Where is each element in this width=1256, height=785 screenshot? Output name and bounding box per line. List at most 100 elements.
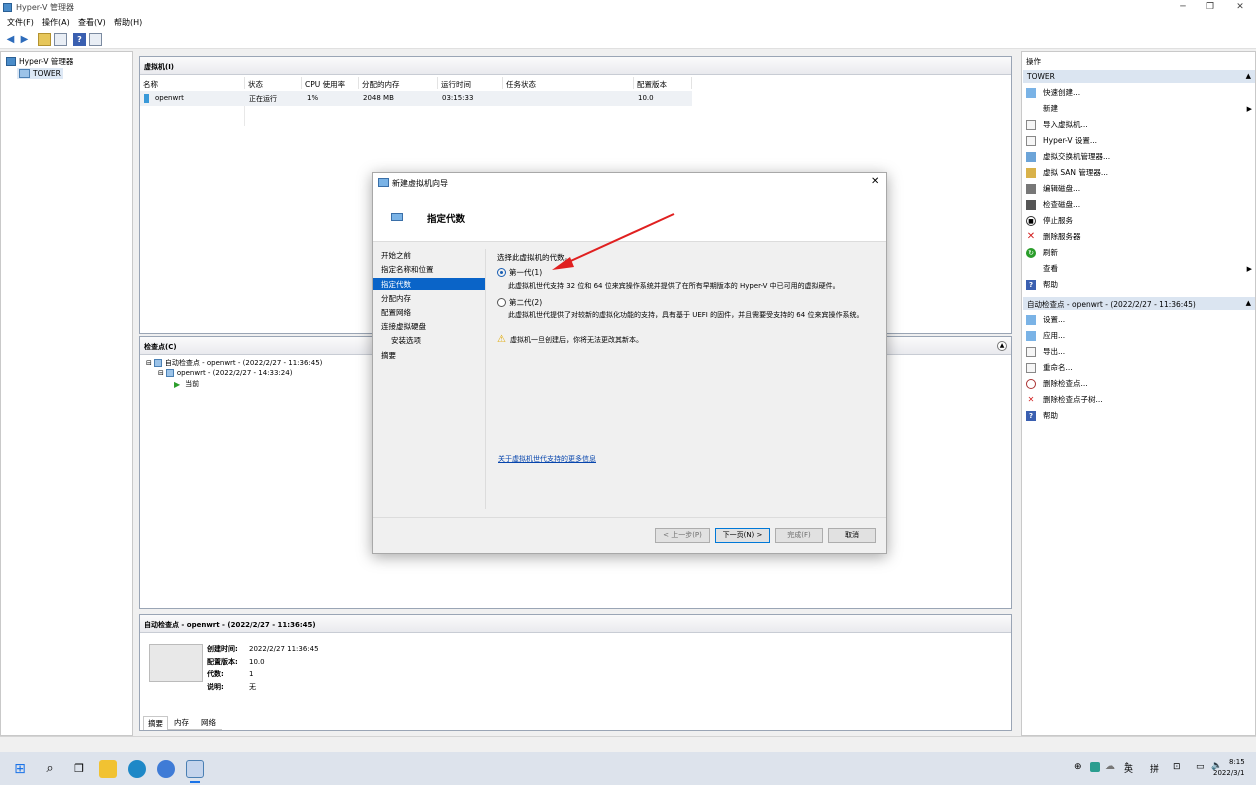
previous-button[interactable]: < 上一步(P)	[655, 528, 710, 543]
col-task[interactable]: 任务状态	[503, 77, 634, 89]
ime-mode[interactable]: 拼	[1150, 762, 1159, 775]
action-label: 删除检查点...	[1043, 379, 1088, 388]
checkpoint-item[interactable]: ▶ 当前	[174, 379, 199, 389]
action-view[interactable]: 查看 ▶	[1026, 262, 1252, 275]
col-memory[interactable]: 分配的内存	[359, 77, 438, 89]
clock-date[interactable]: 2022/3/1	[1213, 769, 1244, 777]
nav-item[interactable]: 连接虚拟硬盘	[373, 320, 485, 332]
action-export[interactable]: 导出...	[1026, 345, 1065, 358]
table-row[interactable]: openwrt 正在运行 1% 2048 MB 03:15:33 10.0	[140, 91, 692, 106]
action-apply[interactable]: 应用...	[1026, 329, 1065, 342]
action-delete-checkpoint[interactable]: 删除检查点...	[1026, 377, 1088, 390]
gen2-radio[interactable]	[497, 298, 506, 307]
menu-help[interactable]: 帮助(H)	[114, 17, 142, 28]
section-collapse-icon[interactable]: ▲	[1246, 72, 1251, 80]
cell-task	[504, 92, 510, 96]
network-icon[interactable]: ▭	[1196, 762, 1205, 772]
col-uptime[interactable]: 运行时间	[438, 77, 503, 89]
back-arrow-icon[interactable]: ◀	[4, 33, 17, 46]
show-hide-tree-icon[interactable]	[54, 33, 67, 46]
minimize-button[interactable]: ─	[1169, 0, 1197, 15]
tree-root[interactable]: Hyper-V 管理器	[6, 56, 73, 67]
ime-settings-icon[interactable]: ⊡	[1173, 762, 1181, 772]
dialog-close-icon[interactable]: ✕	[871, 176, 879, 187]
nav-item[interactable]: 开始之前	[373, 249, 485, 261]
menu-file[interactable]: 文件(F)	[7, 17, 34, 28]
action-inspect-disk[interactable]: 检查磁盘...	[1026, 198, 1080, 211]
start-windows-icon[interactable]: ⊞	[11, 760, 29, 778]
checkpoint-item[interactable]: ⊟ 自动检查点 - openwrt - (2022/2/27 - 11:36:4…	[146, 358, 322, 368]
search-icon[interactable]: ⌕	[41, 760, 59, 778]
action-remove-server[interactable]: ✕ 删除服务器	[1026, 230, 1081, 243]
collapse-icon[interactable]: ▲	[997, 341, 1007, 351]
toolbar: ◀ ▶ ?	[0, 30, 1256, 49]
network-globe-icon[interactable]: ⊕	[1074, 762, 1082, 772]
hyperv-taskbar-icon[interactable]	[186, 760, 204, 778]
tab-network[interactable]: 网络	[195, 716, 222, 730]
checkpoint-item[interactable]: ⊟ openwrt - (2022/2/27 - 14:33:24)	[158, 369, 292, 377]
close-window-button[interactable]: ✕	[1226, 0, 1254, 15]
quick-create-icon	[1026, 87, 1036, 98]
action-switch-manager[interactable]: 虚拟交换机管理器...	[1026, 150, 1110, 163]
finish-button[interactable]: 完成(F)	[775, 528, 823, 543]
actions-section-server[interactable]: TOWER ▲	[1023, 70, 1255, 83]
action-hyperv-settings[interactable]: Hyper-V 设置...	[1026, 134, 1097, 147]
tray-app-icon[interactable]	[1090, 762, 1100, 772]
file-explorer-icon[interactable]	[99, 760, 117, 778]
nav-item[interactable]: 配置网络	[373, 306, 485, 318]
menu-view[interactable]: 查看(V)	[78, 17, 106, 28]
gen2-radio-row[interactable]: 第二代(2)	[497, 297, 542, 308]
inspect-disk-icon	[1026, 199, 1036, 210]
action-rename[interactable]: 重命名...	[1026, 361, 1073, 374]
maximize-button[interactable]: ❐	[1196, 0, 1224, 15]
tree-collapse-icon[interactable]: ⊟	[146, 359, 152, 367]
action-edit-disk[interactable]: 编辑磁盘...	[1026, 182, 1080, 195]
task-view-icon[interactable]: ❐	[70, 760, 88, 778]
action-stop-service[interactable]: ■ 停止服务	[1026, 214, 1073, 227]
nav-item-current[interactable]: 指定代数	[373, 278, 485, 290]
qbittorrent-icon[interactable]	[157, 760, 175, 778]
help-icon[interactable]: ?	[73, 33, 86, 46]
show-hide-action-pane-icon[interactable]	[89, 33, 102, 46]
section-collapse-icon[interactable]: ▲	[1246, 299, 1251, 307]
action-help-2[interactable]: ? 帮助	[1026, 409, 1058, 422]
action-help[interactable]: ? 帮助	[1026, 278, 1058, 291]
up-folder-icon[interactable]	[38, 33, 51, 46]
nav-item[interactable]: 分配内存	[373, 292, 485, 304]
ime-language[interactable]: 英	[1124, 762, 1133, 775]
action-import-vm[interactable]: 导入虚拟机...	[1026, 118, 1088, 131]
clock-time[interactable]: 8:15	[1229, 758, 1245, 766]
edge-browser-icon[interactable]	[128, 760, 146, 778]
tree-item-tower[interactable]: TOWER	[17, 68, 63, 79]
col-cpu[interactable]: CPU 使用率	[302, 77, 359, 89]
action-new[interactable]: 新建 ▶	[1026, 102, 1252, 115]
more-info-link[interactable]: 关于虚拟机世代支持的更多信息	[498, 454, 596, 464]
tab-memory[interactable]: 内存	[168, 716, 195, 730]
tab-summary[interactable]: 摘要	[143, 716, 168, 730]
nav-item[interactable]: 安装选项	[373, 334, 485, 346]
action-refresh[interactable]: ↻ 刷新	[1026, 246, 1058, 259]
col-name[interactable]: 名称	[140, 77, 245, 89]
next-button[interactable]: 下一页(N) >	[715, 528, 770, 543]
action-quick-create[interactable]: 快速创建...	[1026, 86, 1080, 99]
vm-panel-title: 虚拟机(I)	[140, 57, 1011, 75]
action-delete-subtree[interactable]: ✕ 删除检查点子树...	[1026, 393, 1103, 406]
cancel-button[interactable]: 取消	[828, 528, 876, 543]
tree-collapse-icon[interactable]: ⊟	[158, 369, 164, 377]
nav-item[interactable]: 指定名称和位置	[373, 263, 485, 275]
forward-arrow-icon[interactable]: ▶	[18, 33, 31, 46]
cell-version: 10.0	[638, 94, 654, 102]
action-label: 检查磁盘...	[1043, 200, 1081, 209]
col-state[interactable]: 状态	[245, 77, 302, 89]
gen1-radio[interactable]	[497, 268, 506, 277]
wizard-icon	[378, 178, 389, 187]
gen1-radio-row[interactable]: 第一代(1)	[497, 267, 542, 278]
nav-item[interactable]: 摘要	[373, 349, 485, 361]
actions-section-checkpoint[interactable]: 自动检查点 - openwrt - (2022/2/27 - 11:36:45)…	[1023, 297, 1255, 310]
action-san-manager[interactable]: 虚拟 SAN 管理器...	[1026, 166, 1108, 179]
menu-action[interactable]: 操作(A)	[42, 17, 70, 28]
col-version[interactable]: 配置版本	[634, 77, 692, 89]
action-checkpoint-settings[interactable]: 设置...	[1026, 313, 1065, 326]
field-value: 10.0	[249, 657, 265, 666]
cloud-icon[interactable]: ☁	[1105, 761, 1115, 772]
